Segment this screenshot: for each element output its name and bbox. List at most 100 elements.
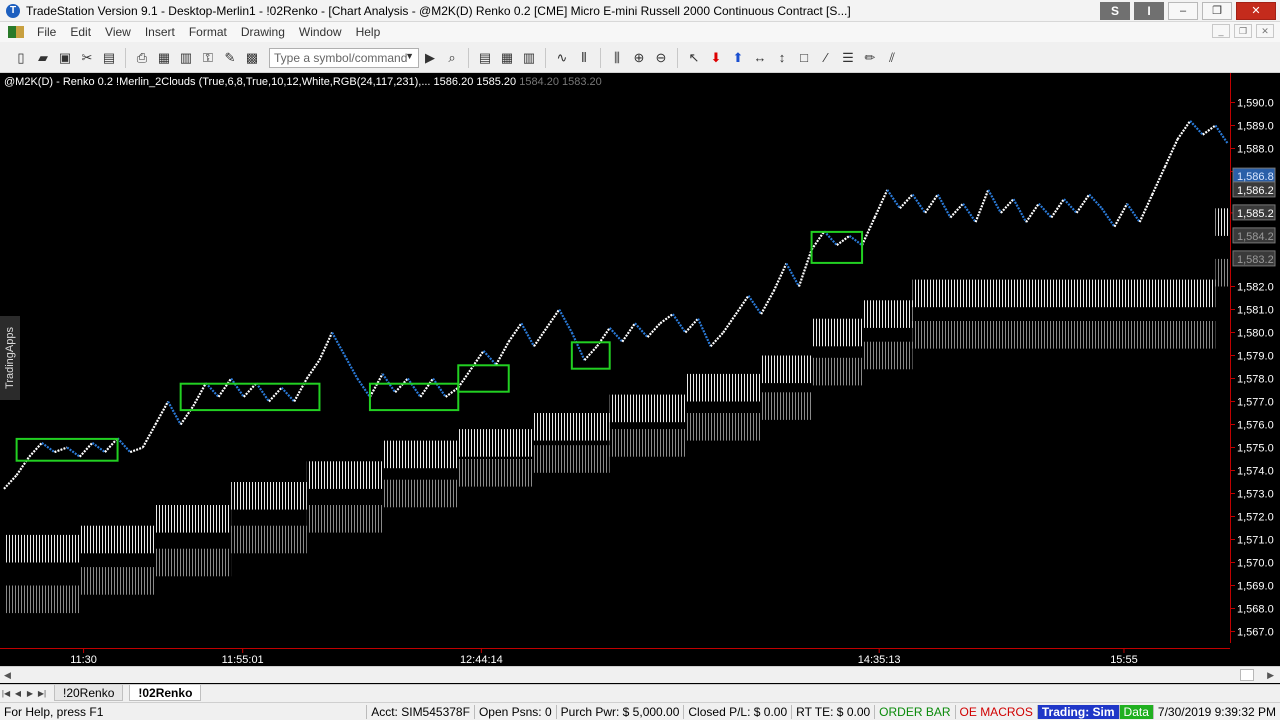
window-link-icon[interactable]: ▥ [178,50,194,66]
settings-icon[interactable]: ▩ [244,50,260,66]
renko-up-segment [179,405,195,426]
scroll-thumb[interactable] [1240,669,1254,681]
zoom-out-icon[interactable]: ⊖ [653,50,669,66]
candles-icon[interactable]: ⫼ [609,50,625,66]
restore-button[interactable]: ❐ [1202,1,1232,20]
print-icon[interactable]: ▤ [101,50,117,66]
renko-chart[interactable]: 1,590.01,589.01,588.01,587.01,585.21,582… [0,73,1280,684]
renko-up-segment [305,359,321,380]
price-label: 1,581.0 [1237,305,1274,317]
minimize-button[interactable]: – [1168,1,1198,20]
renko-up-segment [760,290,775,315]
renko-down-segment [1126,203,1141,223]
scroll-right-icon[interactable]: ▶ [1267,670,1274,681]
renko-down-segment [230,377,245,398]
menu-edit[interactable]: Edit [63,25,98,39]
s-button[interactable]: S [1100,1,1130,20]
data-badge[interactable]: Data [1118,704,1153,719]
horizontal-resize-icon[interactable]: ↔ [752,50,768,66]
fast-cloud-segment [609,394,686,423]
time-label: 14:35:13 [858,654,901,666]
renko-up-segment [533,327,548,347]
wave-icon[interactable]: ∿ [554,50,570,66]
rectangle-icon[interactable]: □ [796,50,812,66]
time-label: 15:55 [1110,654,1138,666]
order-bar-toggle[interactable]: ORDER BAR [874,704,954,719]
close-button[interactable]: ✕ [1236,1,1276,20]
renko-up-segment [810,230,826,251]
trendline-icon[interactable]: ⁄ [818,50,834,66]
menu-view[interactable]: View [98,25,138,39]
scroll-left-icon[interactable]: ◀ [4,670,11,681]
cut-icon[interactable]: ✂ [79,50,95,66]
price-label: 1,567.0 [1237,627,1274,639]
pencil-icon[interactable]: ✏ [862,50,878,66]
rt-te-status: RT TE: $ 0.00 [791,704,874,719]
renko-up-segment [1050,198,1065,219]
symbol-link-icon[interactable]: ▦ [156,50,172,66]
bars-icon[interactable]: ⫴ [576,50,592,66]
tab-20renko[interactable]: !20Renko [54,685,124,701]
lookup-icon[interactable]: ⌕ [444,50,460,66]
chevron-down-icon[interactable]: ▼ [405,51,414,61]
tab-first-icon[interactable]: |◀ [0,689,12,698]
tab-next-icon[interactable]: ▶ [24,689,36,698]
mdi-minimize-button[interactable]: _ [1212,24,1230,38]
format-icon[interactable]: ✎ [222,50,238,66]
parallel-lines-icon[interactable]: ⫽ [884,50,900,66]
pointer-icon[interactable]: ↖ [686,50,702,66]
sell-arrow-icon[interactable]: ⬇ [708,50,724,66]
table-icon[interactable]: ▥ [521,50,537,66]
new-icon[interactable]: ▯ [13,50,29,66]
menu-window[interactable]: Window [292,25,349,39]
fast-cloud-segment [912,279,989,308]
tradingapps-tab[interactable]: TradingApps [0,316,20,400]
price-label: 1,569.0 [1237,581,1274,593]
renko-up-segment [772,263,788,292]
price-label: 1,573.0 [1237,489,1274,501]
zoom-in-icon[interactable]: ⊕ [631,50,647,66]
trading-mode-badge[interactable]: Trading: Sim [1036,704,1119,719]
tab-last-icon[interactable]: ▶| [36,689,48,698]
horizontal-scrollbar[interactable]: ◀ ▶ [0,666,1280,683]
renko-down-segment [987,189,1002,214]
save-icon[interactable]: ▣ [57,50,73,66]
menu-format[interactable]: Format [182,25,234,39]
menu-help[interactable]: Help [349,25,388,39]
renko-down-segment [747,295,763,315]
menu-file[interactable]: File [30,25,63,39]
grid-icon[interactable]: ▦ [499,50,515,66]
open-icon[interactable]: ▰ [35,50,51,66]
chart-area[interactable]: 1,590.01,589.01,588.01,587.01,585.21,582… [0,73,1280,684]
tab-prev-icon[interactable]: ◀ [12,689,24,698]
lines-icon[interactable]: ☰ [840,50,856,66]
chart-window-icon[interactable] [8,26,24,38]
time-label: 11:55:01 [222,654,264,666]
renko-up-segment [268,386,283,403]
print-preview-icon[interactable]: ⎙ [134,50,150,66]
price-label: 1,590.0 [1237,98,1274,110]
symbol-input[interactable]: Type a symbol/command ▼ [269,47,419,68]
oe-macros-toggle[interactable]: OE MACROS [954,704,1037,719]
vertical-resize-icon[interactable]: ↕ [774,50,790,66]
menu-drawing[interactable]: Drawing [234,25,292,39]
i-button[interactable]: I [1134,1,1164,20]
consolidation-box [810,230,864,264]
mdi-restore-button[interactable]: ❐ [1234,24,1252,38]
renko-up-segment [293,377,308,403]
window-title: TradeStation Version 9.1 - Desktop-Merli… [26,3,851,18]
renko-up-segment [457,368,472,389]
price-label: 1,575.0 [1237,443,1274,455]
price-label: 1,589.0 [1237,121,1274,133]
chart-icon[interactable]: ▤ [477,50,493,66]
renko-down-segment [91,442,106,453]
lock-icon[interactable]: ⚿ [200,50,216,66]
menu-insert[interactable]: Insert [138,25,182,39]
slow-cloud-segment [1063,321,1140,349]
go-icon[interactable]: ▶ [422,50,438,66]
tab-02renko[interactable]: !02Renko [129,685,202,701]
renko-up-segment [507,322,523,343]
buy-arrow-icon[interactable]: ⬆ [730,50,746,66]
fast-cloud-segment [988,279,1064,308]
mdi-close-button[interactable]: ✕ [1256,24,1274,38]
